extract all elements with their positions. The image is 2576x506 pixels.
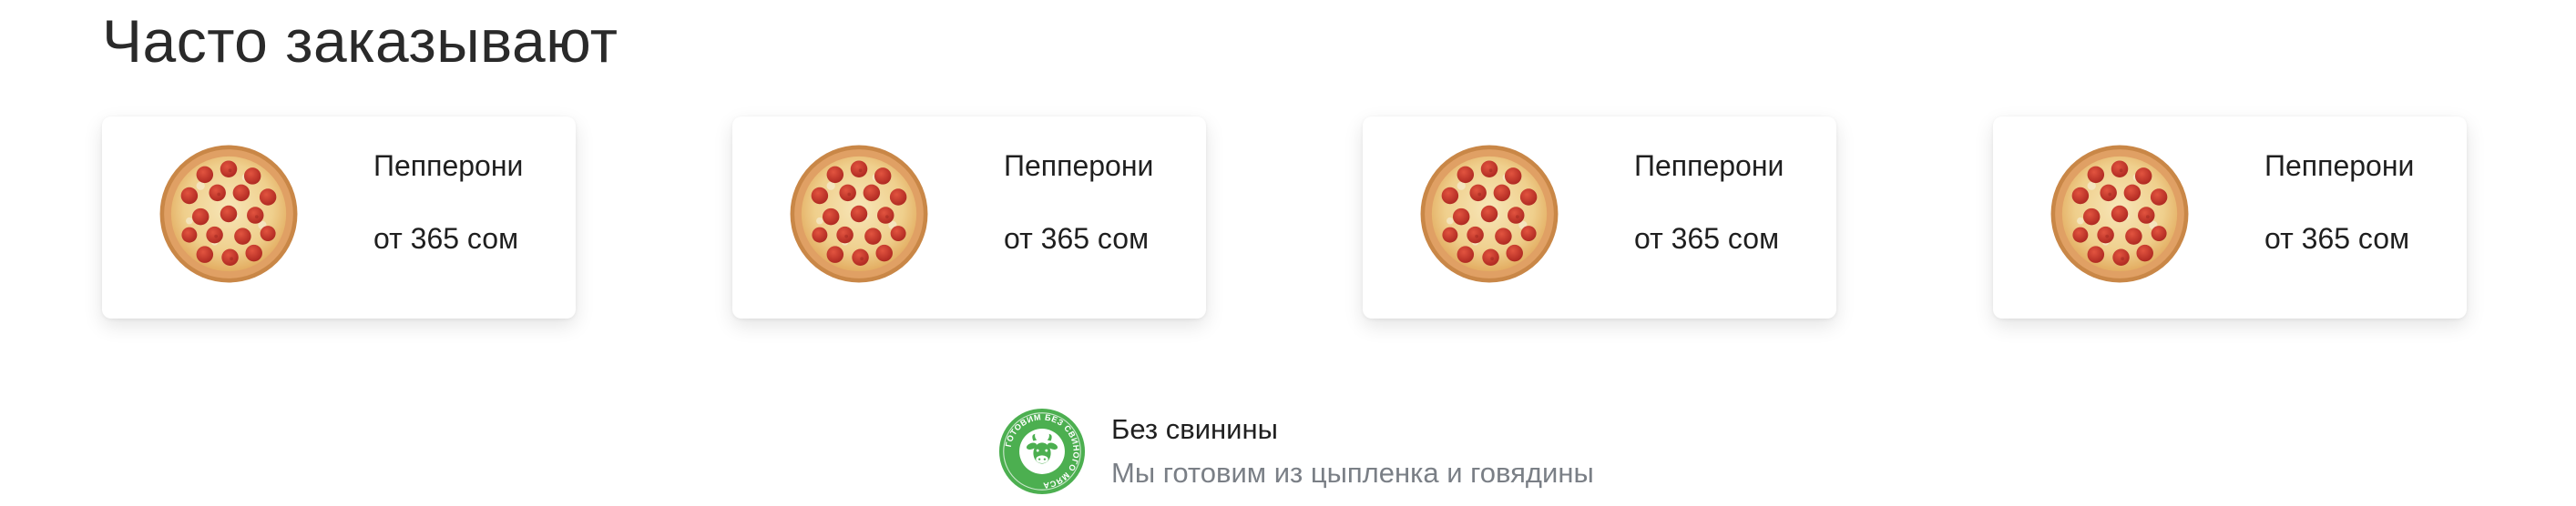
product-name: Пепперони: [1634, 149, 1784, 182]
product-name: Пепперони: [1004, 149, 1154, 182]
product-name: Пепперони: [373, 149, 524, 182]
no-pork-promo: ГОТОВИМ БЕЗ СВИНОГО МЯСА Без свинины Мы …: [998, 406, 1654, 497]
product-price: от 365 сом: [373, 222, 519, 255]
promo-title: Без свинины: [1111, 413, 1278, 445]
product-price: от 365 сом: [1004, 222, 1150, 255]
promo-subtitle: Мы готовим из цыпленка и говядины: [1111, 457, 1594, 489]
page: Часто заказывают Пепперони от 365 сом Пе…: [0, 0, 2576, 506]
product-price: от 365 сом: [1634, 222, 1780, 255]
product-list: Пепперони от 365 сом Пепперони от 365 со…: [102, 116, 2489, 319]
product-card[interactable]: Пепперони от 365 сом: [1993, 116, 2467, 319]
pepperoni-pizza-image: [1420, 145, 1559, 283]
product-card[interactable]: Пепперони от 365 сом: [1363, 116, 1836, 319]
product-name: Пепперони: [2264, 149, 2415, 182]
product-card[interactable]: Пепперони от 365 сом: [102, 116, 576, 319]
pepperoni-pizza-image: [159, 145, 298, 283]
pepperoni-pizza-image: [790, 145, 928, 283]
product-card[interactable]: Пепперони от 365 сом: [732, 116, 1206, 319]
no-pork-badge-icon: ГОТОВИМ БЕЗ СВИНОГО МЯСА: [998, 408, 1086, 495]
section-title: Часто заказывают: [102, 7, 618, 75]
pepperoni-pizza-image: [2050, 145, 2189, 283]
product-price: от 365 сом: [2264, 222, 2410, 255]
